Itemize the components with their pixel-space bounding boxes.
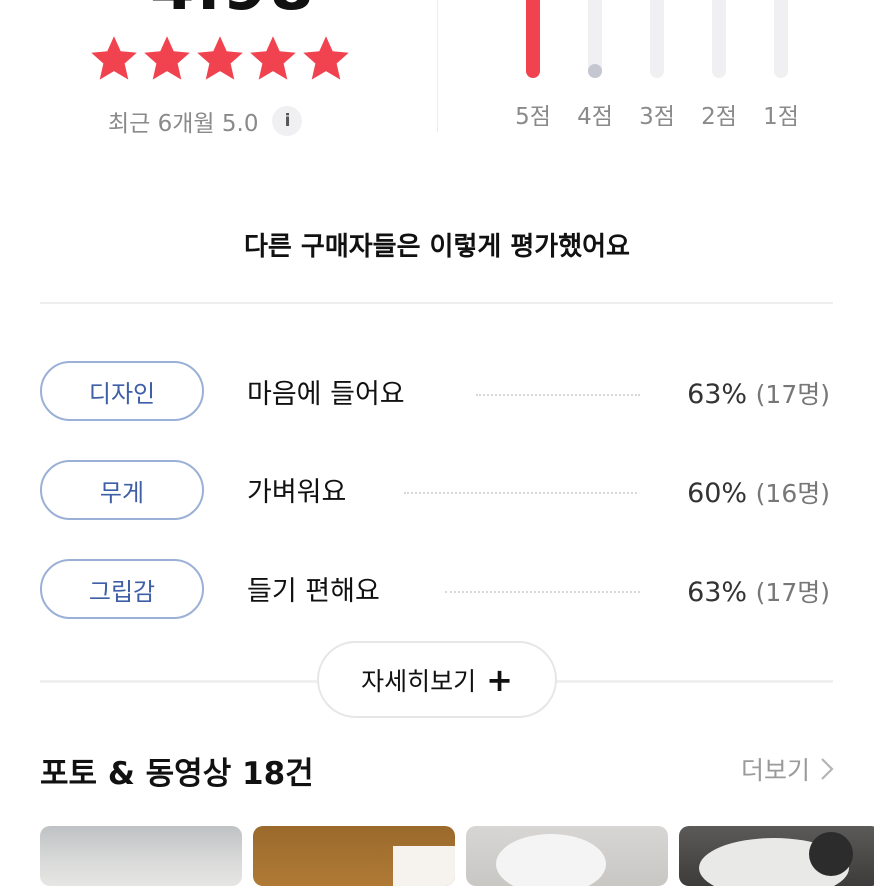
count: (17명) bbox=[755, 578, 830, 607]
star-icon bbox=[303, 36, 349, 80]
see-more-label: 더보기 bbox=[740, 756, 810, 785]
category-chip: 무게 bbox=[40, 460, 204, 520]
see-details-button[interactable]: 자세히보기 + bbox=[317, 641, 557, 718]
rating-bar-2 bbox=[712, 0, 726, 78]
category-chip: 디자인 bbox=[40, 361, 204, 421]
rating-bar-label: 3점 bbox=[639, 104, 675, 130]
dotted-leader bbox=[445, 591, 640, 593]
rating-bar-label: 1점 bbox=[763, 104, 799, 130]
percent-value: 63% (17명) bbox=[687, 573, 830, 609]
rating-bar-fill bbox=[526, 0, 540, 78]
rating-bar-label: 5점 bbox=[515, 104, 551, 130]
plus-icon: + bbox=[486, 660, 513, 699]
category-chip: 그립감 bbox=[40, 559, 204, 619]
info-icon[interactable]: i bbox=[272, 106, 303, 136]
section-title: 다른 구매자들은 이렇게 평가했어요 bbox=[244, 232, 630, 262]
average-score: 4.98 bbox=[150, 0, 316, 20]
answer-label: 가벼워요 bbox=[247, 477, 347, 508]
chevron-right-icon bbox=[821, 758, 834, 780]
photo-thumbnail[interactable] bbox=[679, 826, 874, 886]
rating-bar-label: 2점 bbox=[701, 104, 737, 130]
percent-value: 63% (17명) bbox=[687, 375, 830, 411]
star-icon bbox=[91, 36, 137, 80]
rating-bar-label: 4점 bbox=[577, 104, 613, 130]
photo-detail bbox=[496, 834, 606, 886]
percent: 63% bbox=[687, 577, 748, 608]
count: (16명) bbox=[755, 479, 830, 508]
count: (17명) bbox=[755, 380, 830, 409]
rating-bar-4 bbox=[588, 0, 602, 78]
recent-rating: 최근 6개월 5.0 i bbox=[108, 104, 303, 138]
photo-detail bbox=[393, 846, 455, 886]
answer-label: 들기 편해요 bbox=[247, 576, 380, 607]
dotted-leader bbox=[404, 492, 637, 494]
photo-thumbnail[interactable] bbox=[466, 826, 668, 886]
photo-detail bbox=[809, 832, 853, 876]
rating-bar-fill bbox=[588, 64, 602, 78]
star-icon bbox=[197, 36, 243, 80]
recent-rating-label: 최근 6개월 5.0 bbox=[108, 111, 259, 137]
percent: 63% bbox=[687, 379, 748, 410]
dotted-leader bbox=[476, 394, 640, 396]
photo-section-title: 포토 & 동영상 18건 bbox=[40, 756, 314, 792]
see-details-label: 자세히보기 bbox=[361, 666, 477, 696]
rating-bar-1 bbox=[774, 0, 788, 78]
see-more-link[interactable]: 더보기 bbox=[741, 751, 834, 787]
percent: 60% bbox=[687, 478, 748, 509]
divider bbox=[437, 0, 438, 132]
star-rating bbox=[88, 33, 352, 85]
star-icon bbox=[144, 36, 190, 80]
photo-thumbnail[interactable] bbox=[40, 826, 242, 886]
photo-thumbnail[interactable] bbox=[253, 826, 455, 886]
divider bbox=[40, 302, 833, 304]
percent-value: 60% (16명) bbox=[687, 474, 830, 510]
star-icon bbox=[250, 36, 296, 80]
answer-label: 마음에 들어요 bbox=[247, 379, 405, 410]
rating-bar-5 bbox=[526, 0, 540, 78]
rating-bar-3 bbox=[650, 0, 664, 78]
